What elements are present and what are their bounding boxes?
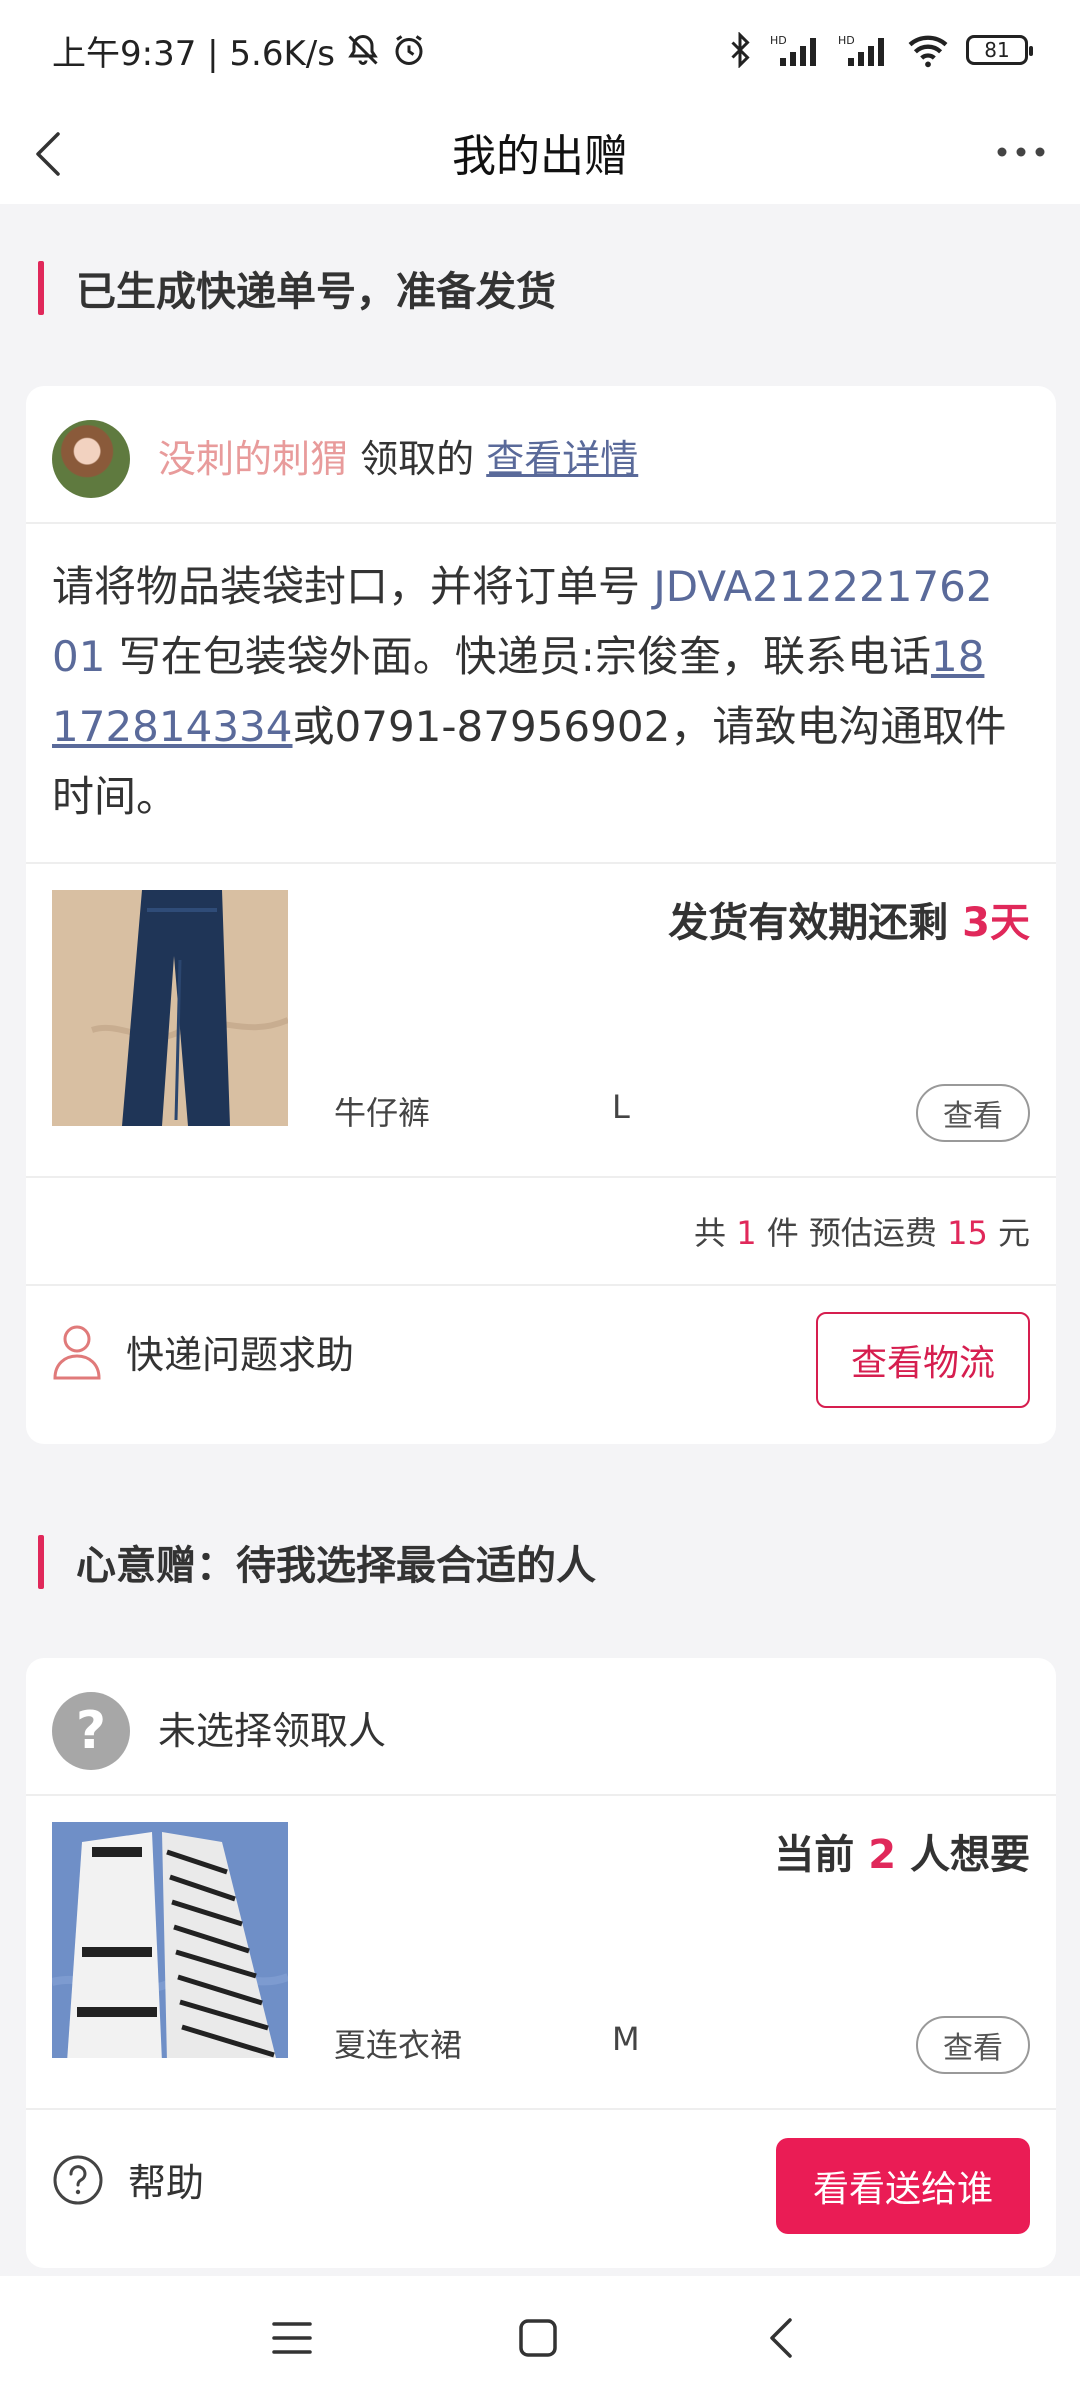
recipient-suffix: 领取的 bbox=[360, 437, 475, 481]
instruction-text: 请将物品装袋封口，并将订单号 bbox=[52, 562, 654, 611]
more-dots-icon bbox=[997, 147, 1045, 157]
view-item-button[interactable]: 查看 bbox=[916, 1084, 1030, 1142]
divider bbox=[26, 1794, 1056, 1796]
back-arrow-icon bbox=[36, 132, 60, 176]
divider bbox=[26, 862, 1056, 864]
avatar[interactable] bbox=[52, 420, 130, 498]
recipient-line: 没刺的刺猬 领取的 查看详情 bbox=[158, 426, 638, 492]
divider bbox=[26, 2108, 1056, 2110]
courier-help-link[interactable]: 快递问题求助 bbox=[52, 1322, 354, 1380]
choose-recipient-button[interactable]: 看看送给谁 bbox=[776, 2138, 1030, 2234]
summary-prefix: 共 bbox=[694, 1214, 727, 1252]
system-nav-bar bbox=[0, 2276, 1080, 2400]
item-size: L bbox=[612, 1088, 630, 1126]
instruction-text-4: 时间。 bbox=[52, 772, 179, 821]
deadline-value: 3天 bbox=[962, 900, 1030, 946]
status-bar: 上午9:37 | 5.6K/s HD HD 81 bbox=[0, 0, 1080, 100]
alarm-icon bbox=[391, 32, 427, 68]
want-count-line: 当前 2 人想要 bbox=[774, 1822, 1030, 1880]
back-button[interactable] bbox=[22, 122, 82, 182]
svg-text:HD: HD bbox=[838, 34, 855, 47]
ship-deadline: 发货有效期还剩 3天 bbox=[668, 890, 1030, 948]
signal-hd-icon: HD bbox=[770, 32, 822, 68]
order-number-cont[interactable]: 01 bbox=[52, 632, 105, 681]
person-icon bbox=[53, 1325, 101, 1380]
item-image-jeans[interactable] bbox=[52, 890, 288, 1126]
dress-photo bbox=[52, 1822, 288, 2058]
view-item-button[interactable]: 查看 bbox=[916, 2016, 1030, 2074]
item-name: 夏连衣裙 bbox=[334, 2026, 463, 2064]
section-heading-choose: 心意赠：待我选择最合适的人 bbox=[38, 1532, 596, 1592]
divider bbox=[26, 1176, 1056, 1178]
order-number[interactable]: JDVA212221762 bbox=[653, 562, 992, 611]
shipping-card: 没刺的刺猬 领取的 查看详情 请将物品装袋封口，并将订单号 JDVA212221… bbox=[26, 386, 1056, 1444]
shipping-instructions: 请将物品装袋封口，并将订单号 JDVA212221762 01 写在包装袋外面。… bbox=[52, 552, 1042, 832]
summary-mid: 件 预估运费 bbox=[766, 1214, 937, 1252]
no-recipient-label: 未选择领取人 bbox=[158, 1709, 387, 1753]
menu-icon[interactable] bbox=[270, 2318, 314, 2358]
item-count: 1 bbox=[736, 1214, 757, 1252]
section-accent-bar bbox=[38, 261, 44, 315]
deadline-label: 发货有效期还剩 bbox=[668, 900, 949, 946]
signal-hd-icon-2: HD bbox=[838, 32, 890, 68]
instruction-text-3: 或0791-87956902，请致电沟通取件 bbox=[292, 702, 1007, 751]
bluetooth-icon bbox=[726, 32, 754, 68]
more-button[interactable] bbox=[988, 122, 1054, 182]
nav-bar: 我的出赠 bbox=[0, 100, 1080, 204]
help-question-icon bbox=[53, 2155, 103, 2204]
system-back-icon[interactable] bbox=[760, 2314, 804, 2362]
shipping-fee: 15 bbox=[947, 1214, 988, 1252]
item-size: M bbox=[612, 2020, 640, 2058]
divider bbox=[26, 522, 1056, 524]
question-avatar-icon: ? bbox=[52, 1692, 130, 1770]
divider bbox=[26, 1284, 1056, 1286]
wifi-icon bbox=[906, 32, 950, 68]
section-accent-bar bbox=[38, 1535, 44, 1589]
summary-unit: 元 bbox=[997, 1214, 1030, 1252]
page-title: 我的出赠 bbox=[452, 131, 628, 182]
item-name: 牛仔裤 bbox=[334, 1094, 431, 1132]
shipping-summary: 共 1 件 预估运费 15 元 bbox=[694, 1208, 1030, 1254]
want-count: 2 bbox=[868, 1832, 897, 1878]
status-time-speed: 上午9:37 | 5.6K/s bbox=[52, 33, 335, 74]
battery-indicator: 81 bbox=[966, 35, 1033, 65]
view-logistics-button[interactable]: 查看物流 bbox=[816, 1312, 1030, 1408]
courier-phone-link-cont[interactable]: 172814334 bbox=[52, 702, 293, 751]
section-heading-shipping: 已生成快递单号，准备发货 bbox=[38, 258, 556, 318]
home-icon[interactable] bbox=[516, 2316, 560, 2360]
want-suffix: 人想要 bbox=[910, 1832, 1030, 1878]
jeans-photo bbox=[52, 890, 288, 1126]
courier-phone-link[interactable]: 18 bbox=[931, 632, 984, 681]
view-details-link[interactable]: 查看详情 bbox=[486, 437, 638, 481]
section-title: 心意赠：待我选择最合适的人 bbox=[76, 1543, 596, 1589]
want-prefix: 当前 bbox=[774, 1832, 855, 1878]
help-link[interactable]: 帮助 bbox=[52, 2152, 204, 2207]
bell-off-icon bbox=[345, 32, 381, 68]
help-label: 帮助 bbox=[128, 2161, 205, 2205]
instruction-text-2: 写在包装袋外面。快递员:宗俊奎，联系电话 bbox=[105, 632, 931, 681]
svg-text:HD: HD bbox=[770, 34, 787, 47]
item-image-dress[interactable] bbox=[52, 1822, 288, 2058]
recipient-name[interactable]: 没刺的刺猬 bbox=[158, 437, 348, 481]
courier-help-label: 快递问题求助 bbox=[126, 1332, 355, 1377]
gift-card: ? 未选择领取人 当前 2 人想要 夏连衣裙 M 查看 帮助 看看送给谁 bbox=[26, 1658, 1056, 2268]
section-title: 已生成快递单号，准备发货 bbox=[76, 269, 556, 315]
